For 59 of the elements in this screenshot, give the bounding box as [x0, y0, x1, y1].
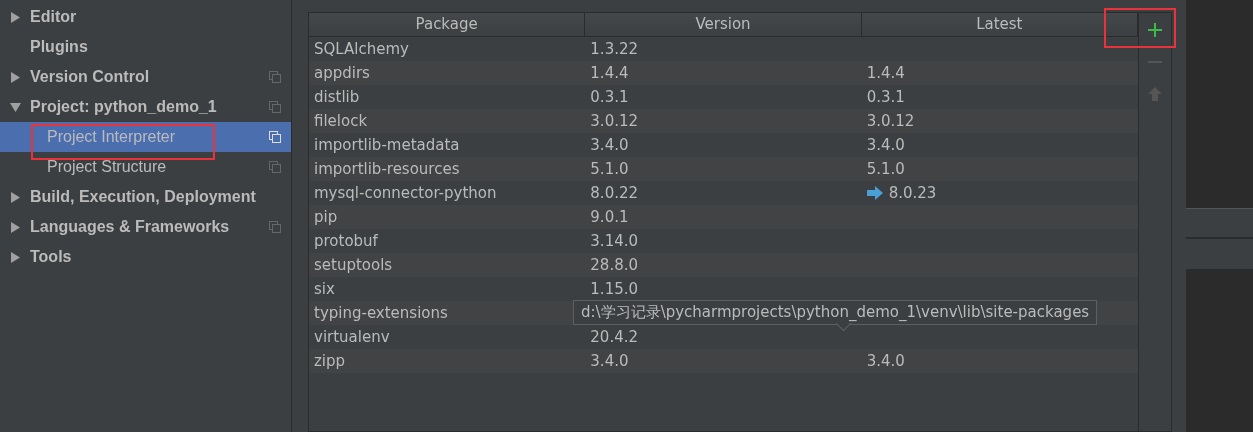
column-header[interactable]: Latest [861, 13, 1138, 36]
project-level-icon [269, 71, 281, 83]
sidebar-item[interactable]: Tools [0, 242, 291, 272]
project-level-icon [269, 131, 281, 143]
column-header[interactable]: Version [585, 13, 862, 36]
expand-arrow-icon [10, 71, 21, 83]
version-text: 5.1.0 [590, 160, 629, 178]
latest-version-text: 3.0.12 [866, 112, 915, 130]
package-name: mysql-connector-python [314, 184, 497, 202]
sidebar-item[interactable]: Plugins [0, 32, 291, 62]
latest-version-text: 8.0.23 [888, 184, 937, 202]
package-name: virtualenv [314, 328, 390, 346]
version-text: 1.15.0 [590, 280, 639, 298]
latest-version-text: 5.1.0 [866, 160, 905, 178]
latest-version-text: 0.3.1 [866, 88, 905, 106]
package-name: pip [314, 208, 338, 226]
package-name: appdirs [314, 64, 370, 82]
sidebar-item[interactable]: Build, Execution, Deployment [0, 182, 291, 212]
version-text: 1.3.22 [590, 40, 639, 58]
version-text: 1.4.4 [590, 64, 629, 82]
package-name: distlib [314, 88, 360, 106]
sidebar-item[interactable]: Project: python_demo_1 [0, 92, 291, 122]
version-text: 3.4.0 [590, 352, 629, 370]
version-text: 3.14.0 [590, 232, 639, 250]
version-text: 8.0.22 [590, 184, 639, 202]
package-name: importlib-metadata [314, 136, 460, 154]
package-name: six [314, 280, 335, 298]
version-text: 20.4.2 [590, 328, 639, 346]
project-level-icon [269, 101, 281, 113]
expand-arrow-icon [10, 221, 21, 233]
version-text: 3.0.12 [590, 112, 639, 130]
up-arrow-icon [1147, 86, 1163, 102]
project-level-icon [269, 161, 281, 173]
version-text: 28.8.0 [590, 256, 639, 274]
version-text: 0.3.1 [590, 88, 629, 106]
project-level-icon [269, 221, 281, 233]
expand-arrow-icon [10, 191, 21, 203]
package-name: SQLAlchemy [314, 40, 409, 58]
sidebar-item[interactable]: Languages & Frameworks [0, 212, 291, 242]
version-text: 3.4.0 [590, 136, 629, 154]
sidebar-item[interactable]: Project Structure [0, 152, 291, 182]
expand-arrow-icon [10, 11, 21, 23]
package-name: typing-extensions [314, 304, 448, 322]
plus-icon [1147, 22, 1163, 38]
latest-version-text: 3.4.0 [866, 136, 905, 154]
package-name: setuptools [314, 256, 393, 274]
expand-arrow-icon [10, 101, 21, 113]
package-name: protobuf [314, 232, 378, 250]
path-tooltip: d:\学习记录\pycharmprojects\python_demo_1\venv\lib\site-packages [573, 300, 1098, 325]
sidebar-item[interactable]: Version Control [0, 62, 291, 92]
latest-version-text: 1.4.4 [866, 64, 905, 82]
package-name: filelock [314, 112, 368, 130]
expand-arrow-icon [10, 251, 21, 263]
package-name: importlib-resources [314, 160, 460, 178]
sidebar-item[interactable]: Editor [0, 2, 291, 32]
latest-version-text: 3.4.0 [866, 352, 905, 370]
column-header[interactable]: Package [309, 13, 586, 36]
version-text: 9.0.1 [590, 208, 629, 226]
package-name: zipp [314, 352, 346, 370]
